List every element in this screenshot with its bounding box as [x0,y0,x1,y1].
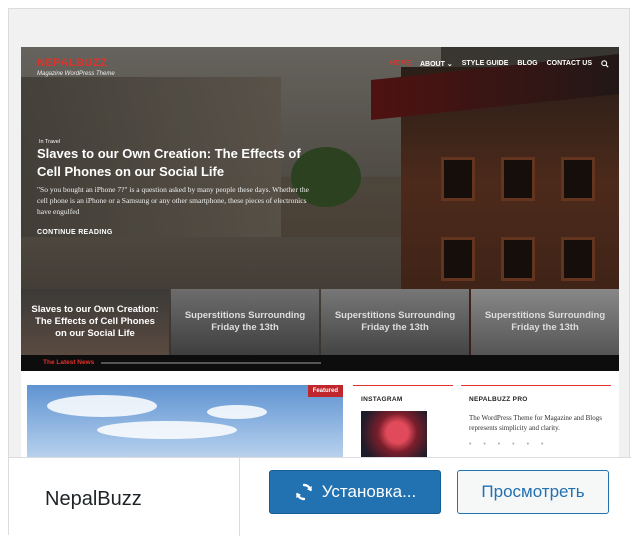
theme-card: NEPALBUZZ Magazine WordPress Theme HOME … [8,8,631,536]
hero-read-more: CONTINUE READING [37,229,113,236]
slider-thumb: Slaves to our Own Creation: The Effects … [21,289,169,355]
install-button[interactable]: Установка... [269,470,441,514]
slider-thumbnails: Slaves to our Own Creation: The Effects … [21,289,619,355]
install-button-label: Установка... [321,482,417,501]
preview-nav: HOME ABOUT ⌄ STYLE GUIDE BLOG CONTACT US [390,60,609,68]
ticker-label: The Latest News [43,359,95,366]
preview-button[interactable]: Просмотреть [457,470,609,514]
news-ticker: The Latest News [21,355,619,371]
preview-button-label: Просмотреть [481,482,585,501]
hero-excerpt: "So you bought an iPhone 7?" is a questi… [37,185,309,216]
featured-badge: Featured [307,385,343,397]
search-icon [601,60,609,68]
theme-card-footer: NepalBuzz Установка... Просмотреть [9,457,631,536]
site-logo: NEPALBUZZ [37,57,108,69]
nav-item-style-guide: STYLE GUIDE [461,60,509,67]
update-spinner-icon [295,483,312,501]
theme-screenshot[interactable]: NEPALBUZZ Magazine WordPress Theme HOME … [21,47,619,489]
hero-title: Slaves to our Own Creation: The Effects … [37,146,301,179]
nav-item-contact: CONTACT US [546,60,592,67]
nav-item-about: ABOUT ⌄ [420,61,453,68]
theme-name: NepalBuzz [45,488,142,510]
site-tagline: Magazine WordPress Theme [37,71,115,77]
instagram-title: INSTAGRAM [361,396,403,403]
about-title: NEPALBUZZ PRO [469,396,528,403]
hero-image: NEPALBUZZ Magazine WordPress Theme HOME … [21,47,619,359]
nav-item-blog: BLOG [517,60,538,67]
about-text: The WordPress Theme for Magazine and Blo… [469,414,602,432]
slider-thumb: Superstitions Surrounding Friday the 13t… [171,289,319,355]
slider-thumb: Superstitions Surrounding Friday the 13t… [321,289,469,355]
nav-item-home: HOME [390,60,411,67]
slider-thumb: Superstitions Surrounding Friday the 13t… [471,289,619,355]
social-icons: • • • • • • [469,441,549,448]
